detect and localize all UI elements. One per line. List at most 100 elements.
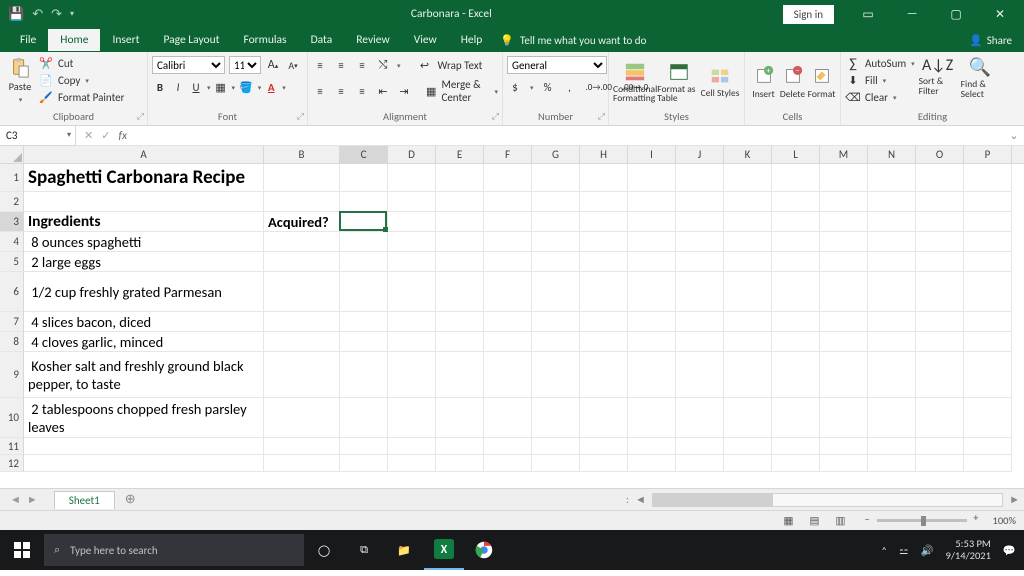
save-icon[interactable]: 💾 (8, 7, 24, 22)
cell[interactable] (820, 252, 868, 272)
cell[interactable] (532, 212, 580, 232)
cell[interactable] (964, 252, 1012, 272)
cell[interactable] (264, 438, 340, 455)
cell[interactable] (340, 252, 388, 272)
undo-icon[interactable]: ↶ (32, 7, 43, 22)
signin-button[interactable]: Sign in (783, 5, 834, 24)
dialog-launcher-icon[interactable]: ⤢ (598, 111, 605, 122)
cell[interactable] (340, 164, 388, 192)
cell[interactable] (772, 332, 820, 352)
cell[interactable] (724, 438, 772, 455)
row-header[interactable]: 10 (0, 398, 24, 438)
row-header[interactable]: 2 (0, 192, 24, 212)
zoom-slider[interactable] (877, 519, 967, 522)
cell[interactable] (964, 192, 1012, 212)
cell[interactable] (916, 352, 964, 398)
cell[interactable] (820, 352, 868, 398)
cell[interactable] (724, 312, 772, 332)
cell[interactable] (676, 272, 724, 312)
cell[interactable] (772, 232, 820, 252)
cell[interactable] (532, 438, 580, 455)
cell[interactable] (772, 192, 820, 212)
row-header[interactable]: 9 (0, 352, 24, 398)
comma-icon[interactable]: , (562, 78, 578, 96)
cell[interactable] (388, 252, 436, 272)
column-header[interactable]: E (436, 146, 484, 164)
page-layout-view-icon[interactable]: ▤ (805, 513, 825, 529)
cell[interactable] (580, 212, 628, 232)
cell[interactable] (772, 272, 820, 312)
font-size-select[interactable]: 11 (229, 56, 261, 74)
cell[interactable] (916, 455, 964, 472)
tab-formulas[interactable]: Formulas (231, 29, 298, 51)
autosum-button[interactable]: ∑AutoSum▾ (845, 55, 915, 71)
cell[interactable] (532, 332, 580, 352)
cell[interactable] (916, 272, 964, 312)
cell[interactable] (436, 212, 484, 232)
tab-file[interactable]: File (8, 29, 48, 51)
cell[interactable] (484, 272, 532, 312)
cell[interactable] (628, 312, 676, 332)
cell[interactable] (340, 438, 388, 455)
cell[interactable] (436, 438, 484, 455)
cell[interactable] (264, 164, 340, 192)
cell[interactable] (532, 192, 580, 212)
minimize-icon[interactable]: — (892, 7, 932, 21)
cell[interactable] (676, 352, 724, 398)
cell[interactable] (628, 398, 676, 438)
cell[interactable] (580, 252, 628, 272)
column-header[interactable]: H (580, 146, 628, 164)
cell[interactable] (436, 398, 484, 438)
cancel-formula-icon[interactable]: ✕ (84, 129, 93, 142)
cortana-icon[interactable]: ◯ (304, 530, 344, 570)
clock[interactable]: 5:53 PM 9/14/2021 (946, 538, 991, 561)
cell[interactable] (340, 312, 388, 332)
chevron-down-icon[interactable]: ▾ (67, 130, 71, 140)
cell[interactable] (916, 212, 964, 232)
cell[interactable] (868, 312, 916, 332)
excel-taskbar-icon[interactable]: X (424, 530, 464, 570)
cell[interactable] (628, 438, 676, 455)
cell[interactable] (916, 312, 964, 332)
cell[interactable] (964, 352, 1012, 398)
clear-button[interactable]: ⌫Clear▾ (845, 89, 915, 105)
cell[interactable] (868, 232, 916, 252)
tray-chevron-icon[interactable]: ˄ (881, 544, 887, 557)
cell[interactable] (388, 438, 436, 455)
maximize-icon[interactable]: ▢ (936, 7, 976, 22)
row-header[interactable]: 3 (0, 212, 24, 232)
format-painter-button[interactable]: 🖌️Format Painter (38, 89, 124, 105)
format-as-table-button[interactable]: Format as Table (657, 59, 700, 104)
tab-insert[interactable]: Insert (100, 29, 151, 51)
cell[interactable] (772, 455, 820, 472)
cell[interactable] (388, 192, 436, 212)
cell[interactable] (580, 312, 628, 332)
dialog-launcher-icon[interactable]: ⤢ (137, 111, 144, 122)
cell[interactable] (676, 438, 724, 455)
cell[interactable] (264, 312, 340, 332)
cell[interactable] (580, 272, 628, 312)
column-header[interactable]: A (24, 146, 264, 164)
cell[interactable] (580, 455, 628, 472)
cell[interactable] (484, 212, 532, 232)
cell[interactable] (340, 232, 388, 252)
cell[interactable] (868, 252, 916, 272)
cell[interactable] (772, 212, 820, 232)
cell[interactable] (484, 352, 532, 398)
notifications-icon[interactable]: 💬 (1003, 544, 1016, 557)
cell[interactable] (724, 352, 772, 398)
cell[interactable] (388, 312, 436, 332)
cell[interactable] (484, 455, 532, 472)
cell[interactable] (868, 212, 916, 232)
normal-view-icon[interactable]: ▦ (779, 513, 799, 529)
cell[interactable] (532, 352, 580, 398)
column-header[interactable]: P (964, 146, 1012, 164)
tab-data[interactable]: Data (299, 29, 345, 51)
cell[interactable] (964, 398, 1012, 438)
cell[interactable] (484, 192, 532, 212)
cell[interactable] (484, 398, 532, 438)
cell[interactable] (264, 455, 340, 472)
tab-review[interactable]: Review (344, 29, 401, 51)
qat-more-icon[interactable]: ▾ (70, 9, 74, 19)
cell[interactable] (820, 312, 868, 332)
